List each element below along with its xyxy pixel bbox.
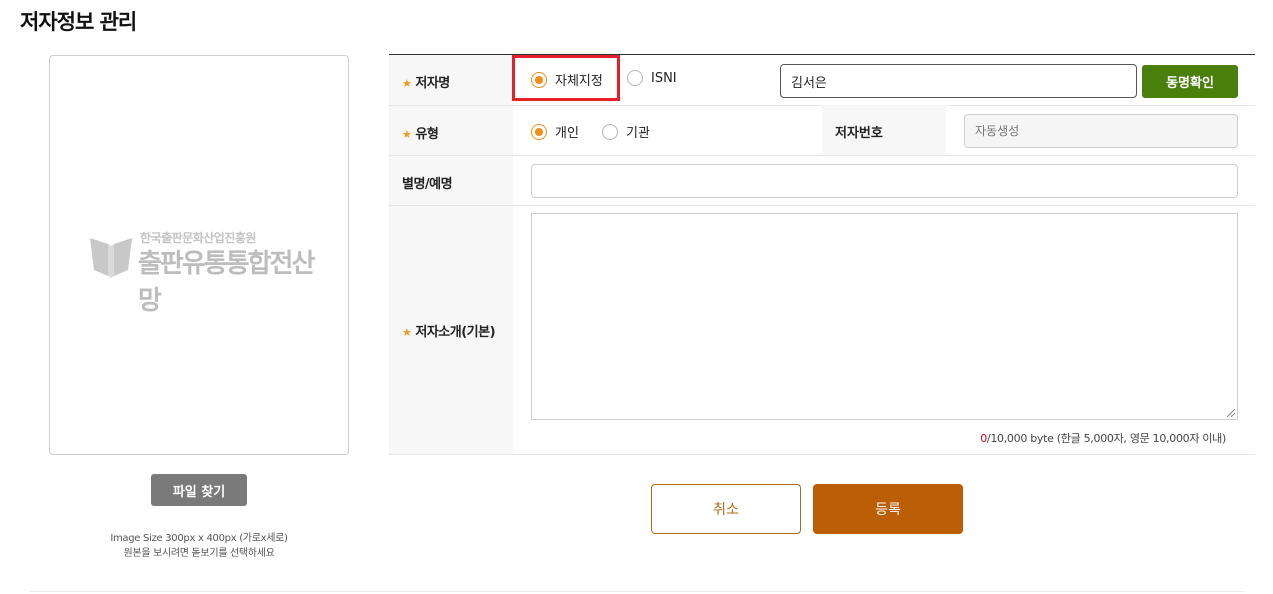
- intro-header: ★ 저자소개(기본): [389, 206, 513, 454]
- author-number-input: [964, 114, 1238, 148]
- file-browse-button[interactable]: 파일 찾기: [151, 474, 247, 506]
- byte-limit-text: /10,000 byte (한글 5,000자, 영문 10,000자 이내): [986, 432, 1226, 445]
- byte-count: 0: [980, 432, 987, 445]
- type-header: ★ 유형: [389, 106, 513, 155]
- author-image-preview: 한국출판문화산업진흥원 출판유통통합전산망: [49, 55, 349, 455]
- radio-individual[interactable]: 개인: [531, 122, 579, 141]
- required-star-icon: ★: [402, 128, 412, 141]
- author-number-label: 저자번호: [835, 126, 883, 141]
- radio-isni-label: ISNI: [651, 70, 677, 86]
- image-size-text: Image Size 300px x 400px (가로x세로): [110, 533, 288, 544]
- author-name-header: ★ 저자명: [389, 55, 513, 105]
- radio-checked-icon: [531, 123, 547, 140]
- highlight-annotation-box: [512, 55, 620, 101]
- radio-isni[interactable]: ISNI: [627, 70, 677, 86]
- required-star-icon: ★: [402, 77, 412, 90]
- type-label: ★ 유형: [402, 127, 439, 142]
- alias-input[interactable]: [531, 164, 1238, 198]
- image-view-text: 원본을 보시려면 돋보기를 선택하세요: [123, 548, 275, 559]
- radio-unchecked-icon: [602, 123, 618, 140]
- author-intro-textarea[interactable]: [531, 213, 1238, 420]
- submit-button[interactable]: 등록: [813, 484, 963, 534]
- radio-unchecked-icon: [627, 70, 643, 86]
- radio-organization-label: 기관: [626, 126, 650, 141]
- book-logo-icon: [90, 238, 132, 278]
- author-name-label: ★ 저자명: [402, 76, 450, 91]
- author-number-header: 저자번호: [822, 105, 946, 155]
- kpipa-logo: 한국출판문화산업진흥원 출판유통통합전산망: [88, 230, 318, 316]
- logo-service-name: 출판유통통합전산망: [138, 249, 315, 316]
- radio-individual-label: 개인: [555, 126, 579, 141]
- alias-header: 별명/예명: [389, 156, 513, 205]
- alias-label: 별명/예명: [402, 177, 453, 192]
- page-title: 저자정보 관리: [20, 10, 137, 34]
- duplicate-name-check-button[interactable]: 동명확인: [1142, 65, 1238, 98]
- required-star-icon: ★: [402, 326, 412, 339]
- image-size-note: Image Size 300px x 400px (가로x세로) 원본을 보시려…: [49, 531, 349, 561]
- byte-counter: 0/10,000 byte (한글 5,000자, 영문 10,000자 이내): [980, 430, 1226, 446]
- resize-grip-icon[interactable]: [1227, 409, 1235, 417]
- cancel-button[interactable]: 취소: [651, 484, 801, 534]
- bottom-divider: [30, 591, 1245, 592]
- radio-organization[interactable]: 기관: [602, 122, 650, 141]
- author-name-input[interactable]: [780, 64, 1137, 98]
- intro-label: ★ 저자소개(기본): [402, 325, 496, 340]
